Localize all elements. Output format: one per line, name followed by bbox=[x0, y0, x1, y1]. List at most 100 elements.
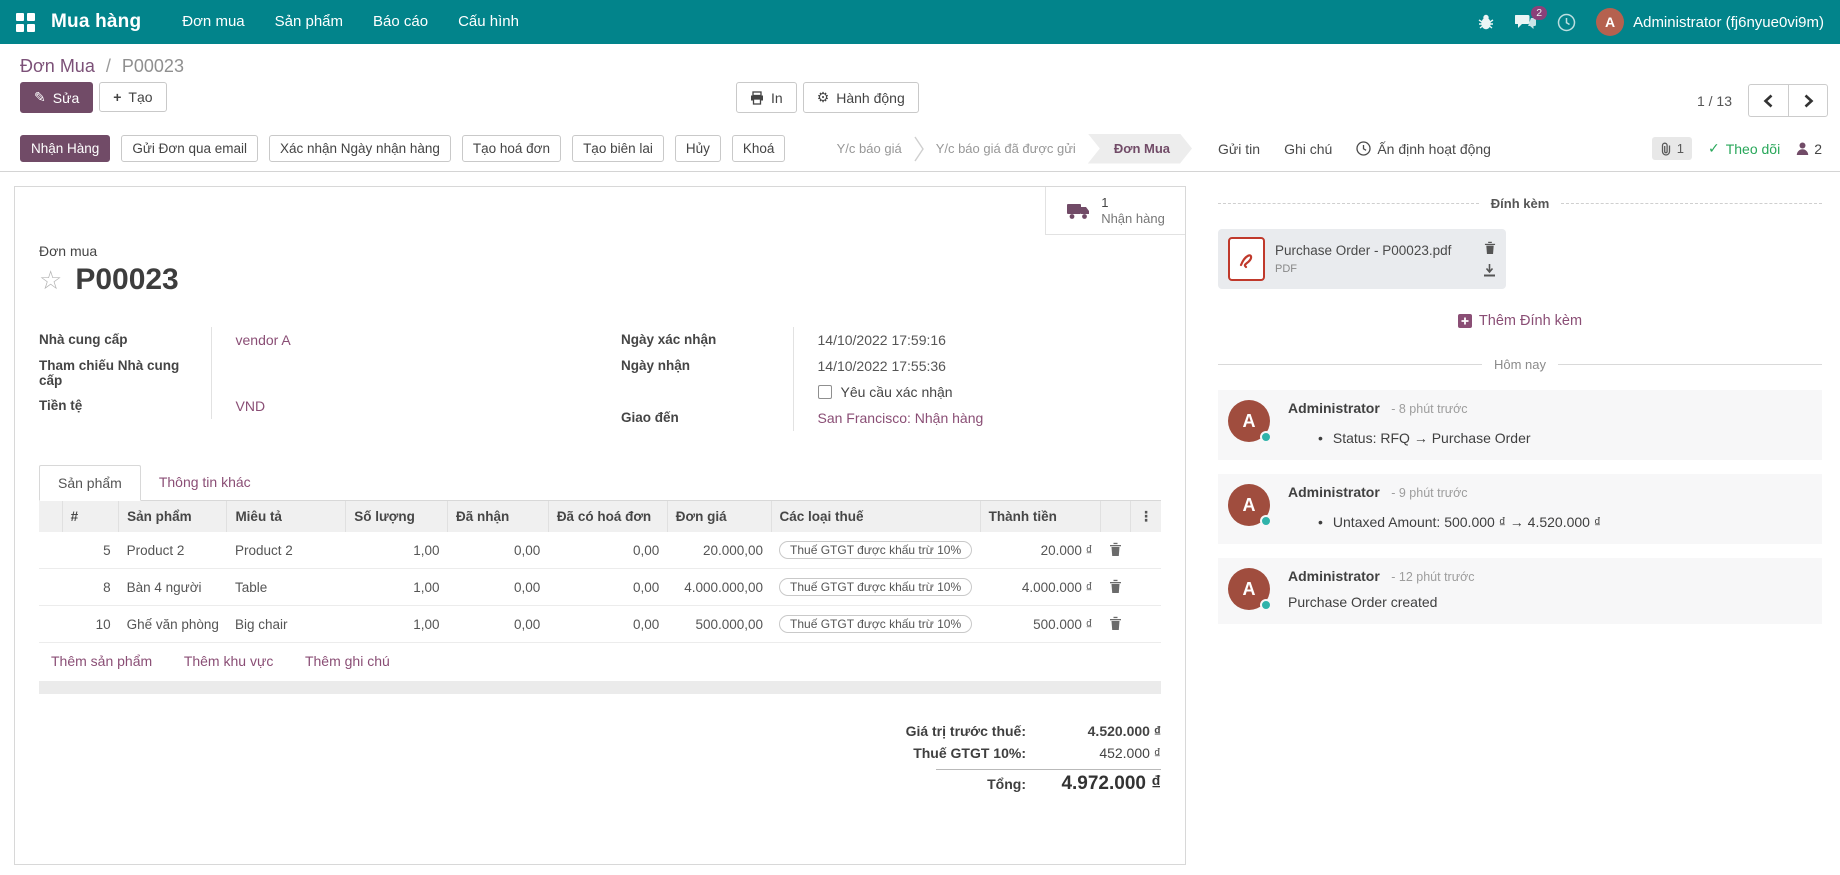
receipt-date-value[interactable]: 14/10/2022 17:55:36 bbox=[818, 358, 946, 374]
pencil-icon: ✎ bbox=[34, 89, 46, 106]
edit-button[interactable]: ✎ Sửa bbox=[20, 82, 93, 113]
menu-orders[interactable]: Đơn mua bbox=[167, 0, 259, 44]
clock-icon bbox=[1356, 141, 1371, 156]
online-status-dot bbox=[1260, 599, 1272, 611]
menu-products[interactable]: Sản phẩm bbox=[260, 0, 358, 44]
total-label: Tổng: bbox=[987, 776, 1026, 792]
activities-clock-icon[interactable] bbox=[1557, 13, 1576, 32]
optional-columns-icon[interactable]: ⋮ bbox=[1139, 508, 1153, 524]
chatter-panel: Đính kèm Purchase Order - P00023.pdf PDF bbox=[1200, 172, 1840, 875]
app-name[interactable]: Mua hàng bbox=[51, 11, 141, 33]
attachment-card: Purchase Order - P00023.pdf PDF bbox=[1218, 229, 1506, 289]
messages-icon[interactable]: 2 bbox=[1515, 13, 1537, 31]
bullet-icon: • bbox=[1318, 514, 1323, 530]
table-row[interactable]: 10 Ghế văn phòng Big chair 1,00 0,00 0,0… bbox=[39, 606, 1161, 643]
create-bill-button[interactable]: Tạo hoá đơn bbox=[462, 135, 561, 162]
menu-reporting[interactable]: Báo cáo bbox=[358, 0, 443, 44]
bullet-icon: • bbox=[1318, 430, 1323, 446]
add-product-link[interactable]: Thêm sản phẩm bbox=[51, 653, 152, 669]
table-row[interactable]: 5 Product 2 Product 2 1,00 0,00 0,00 20.… bbox=[39, 532, 1161, 569]
doc-type-label: Đơn mua bbox=[39, 243, 1161, 259]
breadcrumb-separator: / bbox=[106, 56, 111, 76]
delete-line-icon[interactable] bbox=[1109, 616, 1122, 630]
gear-icon: ⚙ bbox=[817, 89, 830, 106]
status-step-rfq[interactable]: Y/c báo giá bbox=[825, 134, 914, 164]
schedule-activity-button[interactable]: Ấn định hoạt động bbox=[1356, 141, 1491, 157]
action-button[interactable]: ⚙ Hành động bbox=[803, 82, 919, 113]
chatter-message: A Administrator - 9 phút trước •Untaxed … bbox=[1218, 474, 1822, 544]
delete-line-icon[interactable] bbox=[1109, 579, 1122, 593]
order-sheet: 1 Nhận hàng Đơn mua ☆ P00023 Nhà cung cấ… bbox=[14, 186, 1186, 865]
header-received[interactable]: Đã nhận bbox=[447, 501, 548, 532]
control-panel: ✎ Sửa + Tạo In ⚙ Hành động 1 / 13 bbox=[0, 82, 1840, 126]
pager-next-button[interactable] bbox=[1788, 84, 1828, 117]
receive-products-button[interactable]: Nhận Hàng bbox=[20, 135, 110, 162]
plus-icon: + bbox=[113, 89, 121, 105]
chatter-message: A Administrator - 12 phút trước Purchase… bbox=[1218, 558, 1822, 624]
tax-tag: Thuế GTGT được khấu trừ 10% bbox=[779, 578, 972, 596]
header-quantity[interactable]: Số lượng bbox=[346, 501, 448, 532]
add-attachment-button[interactable]: Thêm Đính kèm bbox=[1218, 313, 1822, 329]
untaxed-amount-value: 4.520.000 ₫ bbox=[1026, 723, 1161, 739]
user-menu[interactable]: A Administrator (fj6nyue0vi9m) bbox=[1596, 8, 1824, 36]
printer-icon bbox=[750, 91, 764, 105]
message-author: Administrator bbox=[1288, 400, 1380, 416]
currency-label: Tiền tệ bbox=[39, 393, 211, 419]
confirm-receipt-date-button[interactable]: Xác nhận Ngày nhận hàng bbox=[269, 135, 451, 162]
create-receipt-button[interactable]: Tạo biên lai bbox=[572, 135, 664, 162]
status-step-purchase-order[interactable]: Đơn Mua bbox=[1088, 134, 1192, 164]
follow-button[interactable]: ✓ Theo dõi bbox=[1708, 140, 1780, 157]
tax-amount-value: 452.000 ₫ bbox=[1026, 745, 1161, 761]
breadcrumb-parent[interactable]: Đơn Mua bbox=[20, 56, 95, 76]
header-product[interactable]: Sản phẩm bbox=[119, 501, 227, 532]
add-note-link[interactable]: Thêm ghi chú bbox=[305, 653, 390, 669]
left-field-group: Nhà cung cấp vendor A Tham chiếu Nhà cun… bbox=[39, 327, 551, 431]
send-message-button[interactable]: Gửi tin bbox=[1218, 141, 1260, 157]
ask-confirmation-label: Yêu cầu xác nhận bbox=[841, 384, 953, 400]
log-note-button[interactable]: Ghi chú bbox=[1284, 141, 1332, 157]
user-avatar: A bbox=[1596, 8, 1624, 36]
send-by-email-button[interactable]: Gửi Đơn qua email bbox=[121, 135, 258, 162]
menu-configuration[interactable]: Cấu hình bbox=[443, 0, 534, 44]
followers-button[interactable]: 2 bbox=[1796, 141, 1822, 157]
lock-button[interactable]: Khoá bbox=[732, 135, 786, 162]
currency-link[interactable]: VND bbox=[236, 398, 266, 414]
ask-confirmation-checkbox[interactable] bbox=[818, 385, 832, 399]
attachment-delete-icon[interactable] bbox=[1484, 241, 1496, 254]
form-view: 1 Nhận hàng Đơn mua ☆ P00023 Nhà cung cấ… bbox=[0, 172, 1200, 875]
table-row[interactable]: 8 Bàn 4 người Table 1,00 0,00 0,00 4.000… bbox=[39, 569, 1161, 606]
tab-other-info[interactable]: Thông tin khác bbox=[141, 465, 269, 500]
confirm-date-value[interactable]: 14/10/2022 17:59:16 bbox=[818, 332, 946, 348]
deliver-to-link[interactable]: San Francisco: Nhận hàng bbox=[818, 410, 984, 426]
header-subtotal[interactable]: Thành tiền bbox=[980, 501, 1100, 532]
header-description[interactable]: Miêu tả bbox=[227, 501, 346, 532]
pager-previous-button[interactable] bbox=[1748, 84, 1788, 117]
apps-menu-icon[interactable] bbox=[16, 13, 35, 32]
tab-products[interactable]: Sản phẩm bbox=[39, 465, 141, 501]
pager-counter: 1 / 13 bbox=[1697, 93, 1732, 109]
add-section-link[interactable]: Thêm khu vực bbox=[184, 653, 274, 669]
breadcrumb-current: P00023 bbox=[122, 56, 184, 76]
header-billed[interactable]: Đã có hoá đơn bbox=[548, 501, 667, 532]
header-unit-price[interactable]: Đơn giá bbox=[667, 501, 771, 532]
person-icon bbox=[1796, 142, 1809, 156]
attachments-counter-button[interactable]: 1 bbox=[1652, 137, 1692, 160]
create-button[interactable]: + Tạo bbox=[99, 82, 166, 112]
attachment-name[interactable]: Purchase Order - P00023.pdf bbox=[1275, 243, 1451, 258]
total-value: 4.972.000 ₫ bbox=[1026, 773, 1161, 795]
debug-bug-icon[interactable] bbox=[1477, 13, 1495, 31]
totals-block: Giá trị trước thuế: 4.520.000 ₫ Thuế GTG… bbox=[821, 720, 1161, 798]
header-taxes[interactable]: Các loại thuế bbox=[771, 501, 980, 532]
vendor-link[interactable]: vendor A bbox=[236, 332, 291, 348]
favorite-star-icon[interactable]: ☆ bbox=[39, 267, 62, 293]
table-header-row: # Sản phẩm Miêu tả Số lượng Đã nhận Đã c… bbox=[39, 501, 1161, 532]
cancel-button[interactable]: Hủy bbox=[675, 135, 721, 162]
print-button[interactable]: In bbox=[736, 82, 797, 113]
attachment-download-icon[interactable] bbox=[1483, 264, 1496, 277]
delete-line-icon[interactable] bbox=[1109, 542, 1122, 556]
message-avatar: A bbox=[1228, 568, 1270, 610]
receipt-stat-button[interactable]: 1 Nhận hàng bbox=[1045, 187, 1185, 235]
message-time: - 9 phút trước bbox=[1391, 486, 1467, 500]
header-seq[interactable]: # bbox=[62, 501, 119, 532]
status-step-rfq-sent[interactable]: Y/c báo giá đã được gửi bbox=[924, 134, 1088, 164]
